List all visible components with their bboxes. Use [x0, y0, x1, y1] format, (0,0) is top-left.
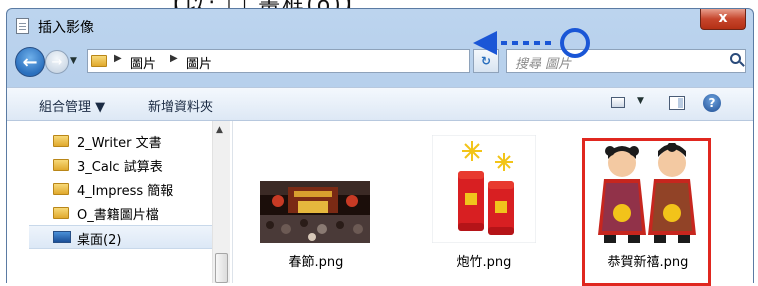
spring-festival-thumbnail — [260, 181, 370, 243]
folder-icon — [53, 159, 69, 171]
desktop-icon — [53, 231, 71, 243]
address-row: ← → ▼ ▶ 圖片 ▶ 圖片 ▼ ↻ 搜尋 圖片 — [7, 43, 753, 83]
insert-image-dialog: 插入影像 x ← → ▼ ▶ 圖片 ▶ 圖片 ▼ ↻ 搜尋 圖片 組合管理 ▼ … — [6, 8, 754, 286]
nav-item-label: 3_Calc 試算表 — [77, 160, 163, 175]
nav-item-label: 4_Impress 簡報 — [77, 184, 174, 199]
title-bar: 插入影像 x — [7, 9, 753, 43]
back-button[interactable]: ← — [15, 47, 45, 77]
change-view-icon[interactable] — [611, 97, 625, 108]
new-folder-button[interactable]: 新增資料夾 — [148, 96, 213, 115]
window-title: 插入影像 — [38, 20, 94, 36]
firecrackers-thumbnail — [432, 135, 536, 243]
nav-scrollbar[interactable]: ▲ — [212, 121, 230, 283]
nav-item-label: 桌面(2) — [77, 233, 122, 248]
recent-pages-dropdown-icon[interactable]: ▼ — [70, 56, 77, 66]
scrollbar-thumb[interactable] — [215, 253, 228, 283]
nav-item-impress[interactable]: 4_Impress 簡報 — [7, 177, 212, 201]
preview-pane-icon[interactable] — [669, 96, 685, 110]
scroll-up-icon[interactable]: ▲ — [216, 125, 223, 135]
nav-item-label: O_書籍圖片檔 — [77, 208, 159, 223]
address-bar[interactable]: ▶ 圖片 ▶ 圖片 ▼ — [87, 49, 542, 73]
selection-highlight — [582, 138, 711, 286]
nav-item-calc[interactable]: 3_Calc 試算表 — [7, 153, 212, 177]
breadcrumb-separator-icon[interactable]: ▶ — [170, 53, 178, 64]
forward-button[interactable]: → — [45, 50, 69, 74]
breadcrumb-pictures[interactable]: 圖片 — [130, 53, 156, 72]
file-item-spring-festival[interactable]: 春節.png — [258, 121, 374, 283]
folder-icon — [91, 55, 107, 67]
top-strip: 【以: □ 畫框(o)】 — [0, 0, 758, 18]
nav-item-writer[interactable]: 2_Writer 文書 — [7, 129, 212, 153]
nav-item-desktop[interactable]: 桌面(2) — [29, 225, 212, 249]
folder-icon — [53, 135, 69, 147]
command-bar: 組合管理 ▼ 新增資料夾 ▼ ? — [7, 87, 753, 121]
organize-button[interactable]: 組合管理 ▼ — [39, 96, 105, 115]
file-item-firecrackers[interactable]: 炮竹.png — [426, 121, 542, 283]
view-options-dropdown-icon[interactable]: ▼ — [637, 96, 644, 106]
breadcrumb-pictures-sub[interactable]: 圖片 — [186, 53, 212, 72]
navigation-pane: 2_Writer 文書 3_Calc 試算表 4_Impress 簡報 O_書籍… — [7, 121, 233, 283]
document-icon — [16, 18, 29, 34]
folder-icon — [53, 183, 69, 195]
nav-item-label: 2_Writer 文書 — [77, 136, 162, 151]
nav-item-book-images[interactable]: O_書籍圖片檔 — [7, 201, 212, 225]
search-icon[interactable] — [730, 53, 741, 64]
file-name: 炮竹.png — [456, 255, 512, 270]
close-button[interactable]: x — [700, 9, 746, 30]
drag-hint-arrow-icon — [473, 28, 590, 58]
breadcrumb-separator-icon[interactable]: ▶ — [114, 53, 122, 64]
content-area: 2_Writer 文書 3_Calc 試算表 4_Impress 簡報 O_書籍… — [7, 121, 753, 286]
folder-icon — [53, 207, 69, 219]
file-name: 春節.png — [288, 255, 344, 270]
help-icon[interactable]: ? — [703, 94, 721, 112]
